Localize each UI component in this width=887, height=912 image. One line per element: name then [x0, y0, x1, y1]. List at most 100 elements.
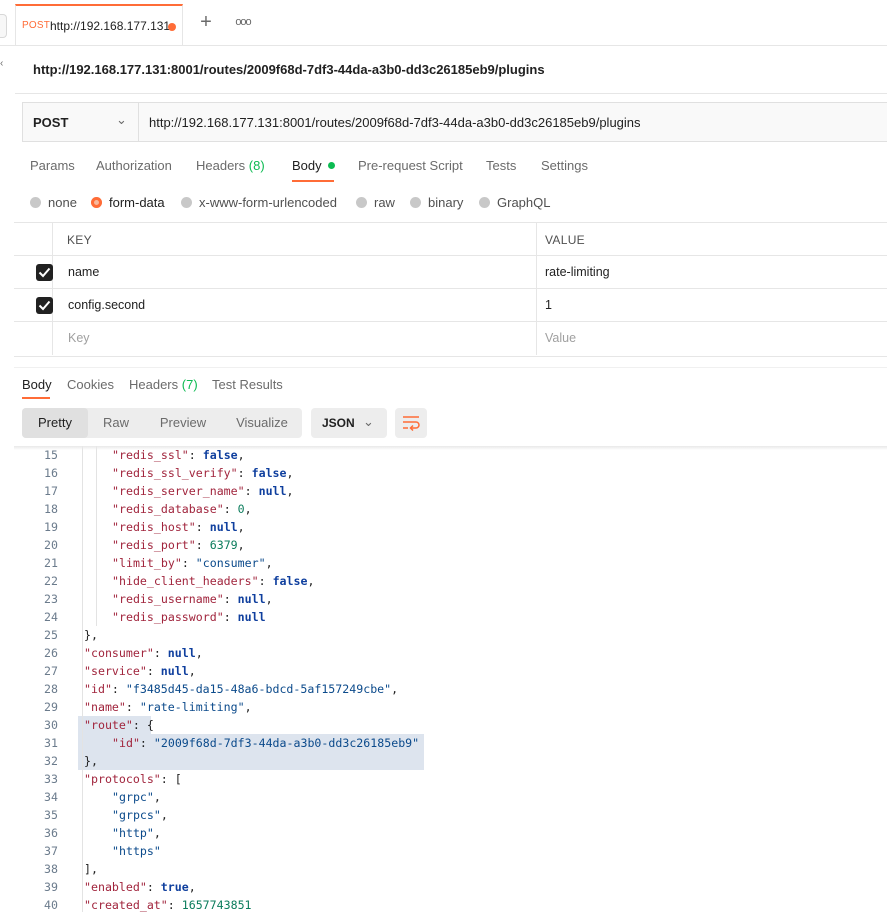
radio-form-data-label: form-data — [109, 195, 165, 210]
code-text: "enabled": true, — [84, 878, 196, 896]
key-cell[interactable]: name — [53, 256, 537, 288]
code-token: "id" — [84, 682, 112, 696]
tab-prerequest-script[interactable]: Pre-request Script — [358, 158, 463, 173]
tab-body[interactable]: Body — [292, 158, 335, 173]
radio-graphql[interactable]: GraphQL — [479, 195, 550, 210]
preview-button[interactable]: Preview — [146, 408, 220, 438]
code-line: 31 "id": "2009f68d-7df3-44da-a3b0-dd3c261… — [14, 734, 887, 752]
unsaved-dot-icon — [168, 23, 176, 31]
code-token: : — [223, 610, 238, 624]
url-input[interactable]: http://192.168.177.131:8001/routes/2009f… — [149, 115, 641, 130]
code-token: : — [195, 520, 210, 534]
table-header-row: KEY VALUE — [14, 223, 887, 256]
tab-params[interactable]: Params — [30, 158, 75, 173]
request-title[interactable]: http://192.168.177.131:8001/routes/2009f… — [33, 62, 545, 77]
code-text: "id": "2009f68d-7df3-44da-a3b0-dd3c26185… — [112, 734, 419, 752]
method-select[interactable]: POST ⌄ — [23, 103, 139, 141]
new-tab-plus-icon[interactable]: + — [196, 12, 216, 32]
code-token: : — [139, 736, 154, 750]
key-column-header: KEY — [53, 223, 537, 255]
chevron-down-icon: ⌄ — [116, 112, 127, 127]
code-token: "f3485d45-da15-48a6-bdcd-5af157249cbe" — [125, 682, 392, 696]
row-checkbox[interactable] — [36, 297, 53, 314]
code-token: : — [153, 646, 168, 660]
request-tab[interactable]: POST http://192.168.177.131: — [15, 4, 183, 45]
code-token: "redis_server_name" — [112, 484, 245, 498]
radio-binary[interactable]: binary — [410, 195, 463, 210]
code-token: "created_at" — [84, 898, 168, 912]
code-token: "http" — [112, 826, 154, 840]
value-cell[interactable]: rate-limiting — [537, 256, 887, 288]
code-token: , — [195, 646, 203, 660]
line-number: 19 — [44, 520, 58, 534]
code-line: 38], — [14, 860, 887, 878]
radio-circle-icon — [181, 197, 192, 208]
line-number: 33 — [44, 772, 58, 786]
tab-settings[interactable]: Settings — [541, 158, 588, 173]
code-token: "consumer" — [195, 556, 266, 570]
response-tab-headers[interactable]: Headers (7) — [129, 377, 198, 392]
response-tab-cookies[interactable]: Cookies — [67, 377, 114, 392]
response-body-code[interactable]: 15 "redis_ssl": false, 16 "redis_ssl_verify… — [14, 446, 887, 912]
sidebar-collapse-icon[interactable]: ‹ — [0, 58, 3, 69]
code-text: "grpc", — [112, 788, 161, 806]
radio-raw[interactable]: raw — [356, 195, 395, 210]
value-placeholder: Value — [545, 331, 577, 345]
code-token: "route" — [84, 718, 133, 732]
more-tabs-icon[interactable]: ooo — [232, 12, 254, 32]
tab-tests[interactable]: Tests — [486, 158, 516, 173]
code-token: "id" — [112, 736, 140, 750]
code-token: : — [258, 574, 273, 588]
response-tab-test-results[interactable]: Test Results — [212, 377, 283, 392]
key-placeholder: Key — [68, 331, 90, 345]
key-input[interactable]: Key — [53, 322, 537, 355]
code-token: , — [237, 538, 245, 552]
code-token: : — [146, 664, 161, 678]
row-checkbox[interactable] — [36, 264, 53, 281]
divider — [14, 367, 887, 368]
visualize-button[interactable]: Visualize — [224, 408, 300, 438]
code-token: null — [160, 664, 189, 678]
code-token: : — [125, 700, 140, 714]
tab-headers[interactable]: Headers (8) — [196, 158, 265, 173]
collapsed-tab-edge[interactable] — [0, 14, 7, 38]
line-number: 17 — [44, 484, 58, 498]
code-token: "redis_database" — [112, 502, 224, 516]
tab-headers-count: (8) — [248, 158, 265, 173]
code-text: "protocols": [ — [84, 770, 182, 788]
request-tab-method: POST — [22, 20, 51, 31]
value-cell[interactable]: 1 — [537, 289, 887, 321]
tab-authorization[interactable]: Authorization — [96, 158, 172, 173]
code-token: true — [160, 880, 189, 894]
format-select[interactable]: JSON ⌄ — [311, 408, 387, 438]
radio-none-label: none — [48, 195, 77, 210]
line-number: 37 — [44, 844, 58, 858]
code-text: "https" — [112, 842, 161, 860]
line-number: 18 — [44, 502, 58, 516]
code-token: : — [237, 466, 252, 480]
code-token: : — [244, 484, 259, 498]
code-token: : — [188, 448, 203, 462]
key-cell[interactable]: config.second — [53, 289, 537, 321]
value-input[interactable]: Value — [537, 322, 887, 355]
radio-selected-icon — [91, 197, 102, 208]
code-token: "grpc" — [112, 790, 154, 804]
radio-graphql-label: GraphQL — [497, 195, 551, 210]
raw-button[interactable]: Raw — [88, 408, 144, 438]
code-token: , — [391, 682, 399, 696]
radio-urlencoded[interactable]: x-www-form-urlencoded — [181, 195, 337, 210]
pretty-button[interactable]: Pretty — [22, 408, 88, 438]
wrap-lines-button[interactable] — [395, 408, 427, 438]
code-token: null — [258, 484, 287, 498]
code-token: , — [286, 466, 294, 480]
radio-form-data[interactable]: form-data — [91, 195, 165, 210]
code-token: , — [153, 826, 161, 840]
radio-none[interactable]: none — [30, 195, 77, 210]
response-tab-body[interactable]: Body — [22, 377, 52, 392]
code-line: 17 "redis_server_name": null, — [14, 482, 887, 500]
code-line: 18 "redis_database": 0, — [14, 500, 887, 518]
code-token: "enabled" — [84, 880, 147, 894]
line-number: 21 — [44, 556, 58, 570]
key-value: config.second — [68, 298, 146, 312]
code-token: null — [209, 520, 238, 534]
